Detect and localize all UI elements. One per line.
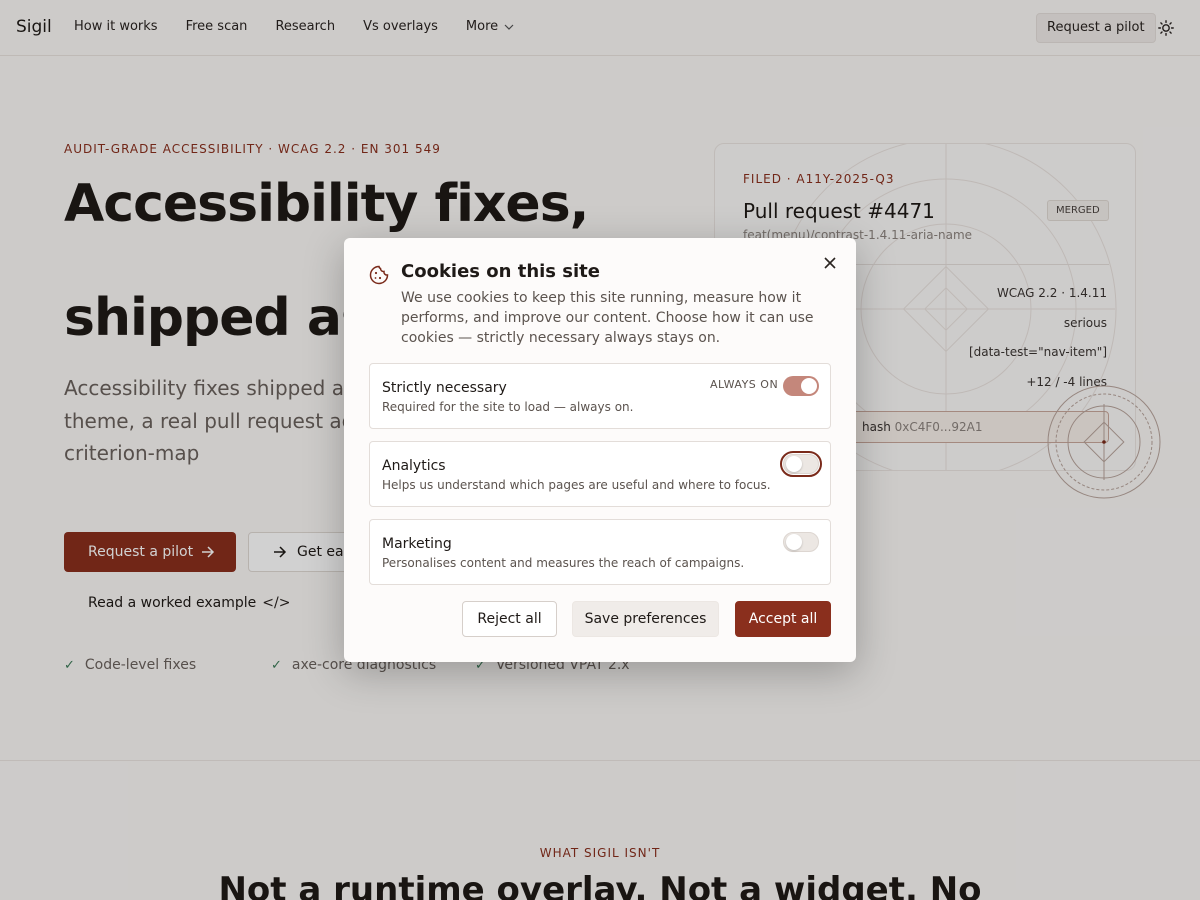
save-preferences-button[interactable]: Save preferences [572, 601, 719, 637]
toggle-knob [786, 534, 802, 550]
marketing-toggle[interactable] [783, 532, 819, 552]
cookie-consent-dialog: Cookies on this site We use cookies to k… [344, 238, 856, 662]
category-name: Strictly necessary [382, 380, 507, 396]
dialog-title: Cookies on this site [401, 261, 600, 282]
always-on-label: ALWAYS ON [710, 378, 779, 391]
dialog-description: We use cookies to keep this site running… [401, 290, 814, 346]
category-analytics: Analytics Helps us understand which page… [369, 441, 831, 507]
category-name: Marketing [382, 536, 452, 552]
strictly-necessary-toggle [783, 376, 819, 396]
analytics-toggle[interactable] [780, 451, 822, 477]
category-description: Personalises content and measures the re… [382, 556, 745, 570]
category-description: Required for the site to load — always o… [382, 400, 634, 414]
accept-all-button[interactable]: Accept all [735, 601, 831, 637]
reject-all-button[interactable]: Reject all [462, 601, 557, 637]
category-marketing: Marketing Personalises content and measu… [369, 519, 831, 585]
category-name: Analytics [382, 458, 446, 474]
toggle-knob [786, 456, 802, 472]
toggle-knob [801, 378, 817, 394]
category-description: Helps us understand which pages are usef… [382, 478, 771, 492]
close-icon[interactable] [822, 255, 838, 271]
cookie-icon [369, 265, 389, 285]
category-strictly-necessary: Strictly necessary Required for the site… [369, 363, 831, 429]
